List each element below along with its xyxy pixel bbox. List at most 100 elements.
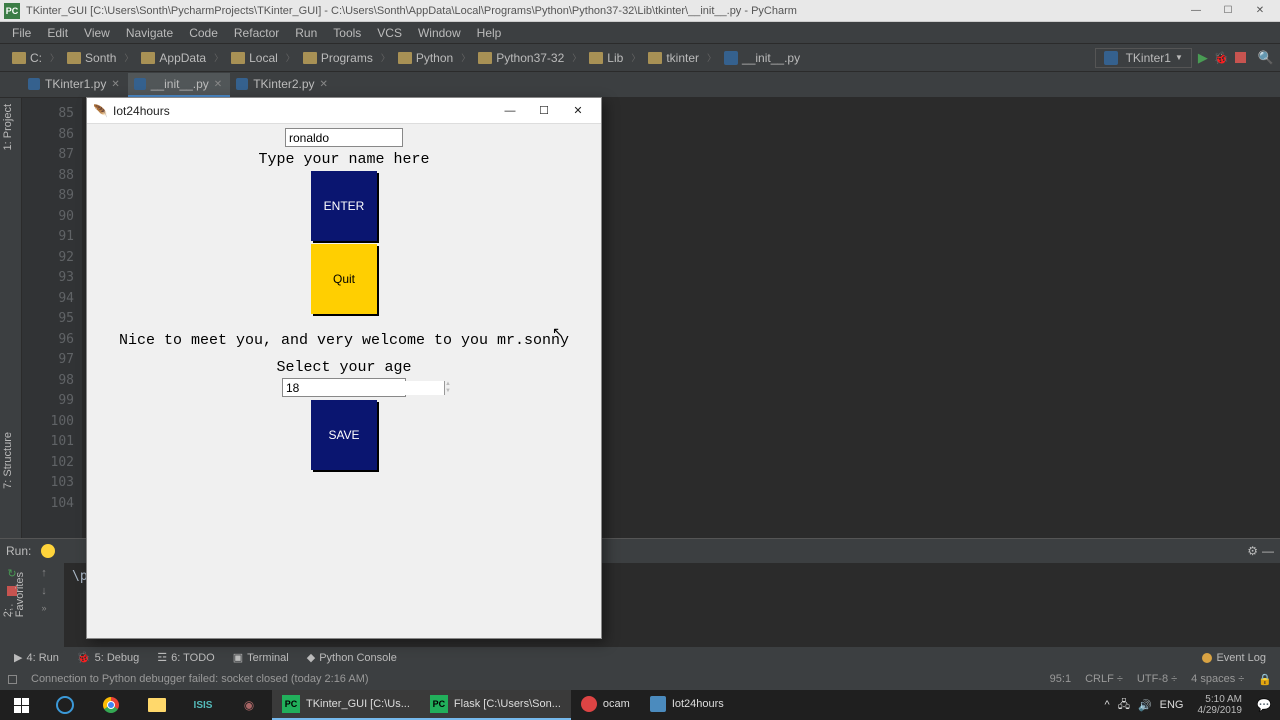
- up-icon[interactable]: ↑: [41, 567, 47, 579]
- tab-init[interactable]: __init__.py✕: [128, 73, 230, 97]
- menu-edit[interactable]: Edit: [39, 24, 76, 42]
- python-icon: [41, 544, 55, 558]
- folder-icon: [648, 52, 662, 64]
- expand-icon[interactable]: »: [41, 603, 46, 613]
- crumb-6[interactable]: Python37-32: [472, 49, 570, 67]
- lock-icon[interactable]: 🔒: [1258, 673, 1272, 686]
- crumb-1[interactable]: Sonth: [61, 49, 122, 67]
- close-icon[interactable]: ✕: [214, 79, 222, 90]
- ocam-icon: [581, 696, 597, 712]
- system-tray[interactable]: ^ 🖧 🔊 ENG: [1097, 696, 1192, 715]
- tab-tkinter1[interactable]: TKinter1.py✕: [22, 73, 128, 97]
- structure-tool-tab[interactable]: 7: Structure: [0, 428, 22, 493]
- tk-maximize-button[interactable]: ☐: [527, 100, 561, 122]
- enter-button[interactable]: ENTER: [311, 171, 377, 241]
- menu-tools[interactable]: Tools: [325, 24, 369, 42]
- menu-bar: File Edit View Navigate Code Refactor Ru…: [0, 22, 1280, 44]
- pycharm-icon: PC: [430, 695, 448, 713]
- menu-run[interactable]: Run: [287, 24, 325, 42]
- warning-dot-icon: [1202, 653, 1212, 663]
- breadcrumb-bar: C:〉 Sonth〉 AppData〉 Local〉 Programs〉 Pyt…: [0, 44, 1280, 72]
- run-config-selector[interactable]: TKinter1 ▼: [1095, 48, 1192, 68]
- python-icon: [650, 696, 666, 712]
- windows-taskbar: ISIS ◉ PCTKinter_GUI [C:\Us... PCFlask […: [0, 690, 1280, 720]
- close-button[interactable]: ✕: [1244, 2, 1276, 20]
- menu-vcs[interactable]: VCS: [369, 24, 410, 42]
- minimize-button[interactable]: —: [1180, 2, 1212, 20]
- indent-info[interactable]: 4 spaces ÷: [1191, 673, 1244, 685]
- taskbar-pycharm-2[interactable]: PCFlask [C:\Users\Son...: [420, 690, 571, 720]
- taskbar-ocam[interactable]: ocam: [571, 690, 640, 720]
- tab-event-log[interactable]: Event Log: [1194, 650, 1274, 666]
- tk-minimize-button[interactable]: —: [493, 100, 527, 122]
- taskbar-app[interactable]: ◉: [226, 690, 272, 720]
- menu-refactor[interactable]: Refactor: [226, 24, 287, 42]
- folder-icon: [141, 52, 155, 64]
- search-icon[interactable]: 🔍: [1258, 50, 1274, 66]
- taskbar-isis[interactable]: ISIS: [180, 690, 226, 720]
- favorites-tool-tab[interactable]: 2: Favorites: [0, 568, 22, 621]
- cursor-position[interactable]: 95:1: [1050, 673, 1071, 685]
- taskbar-pycharm-1[interactable]: PCTKinter_GUI [C:\Us...: [272, 690, 420, 720]
- close-icon[interactable]: ✕: [320, 79, 328, 90]
- chrome-icon: [103, 697, 119, 713]
- crumb-3[interactable]: Local: [225, 49, 284, 67]
- stop-icon[interactable]: [1235, 52, 1246, 63]
- folder-icon: [589, 52, 603, 64]
- tab-debug[interactable]: 🐞 5: Debug: [69, 649, 147, 666]
- menu-code[interactable]: Code: [181, 24, 226, 42]
- name-input[interactable]: [285, 128, 403, 147]
- taskbar-iot24hours[interactable]: Iot24hours: [640, 690, 734, 720]
- bottom-tool-tabs: ▶ 4: Run 🐞 5: Debug ☲ 6: TODO ▣ Terminal…: [0, 646, 1280, 668]
- tab-tkinter2[interactable]: TKinter2.py✕: [230, 73, 336, 97]
- menu-navigate[interactable]: Navigate: [118, 24, 181, 42]
- tab-python-console[interactable]: ◆ Python Console: [299, 649, 405, 666]
- tk-titlebar[interactable]: 🪶 Iot24hours — ☐ ✕: [87, 98, 601, 124]
- debug-icon[interactable]: 🐞: [1214, 51, 1229, 65]
- tray-network-icon[interactable]: 🖧: [1118, 696, 1130, 715]
- tray-language[interactable]: ENG: [1160, 699, 1184, 711]
- file-encoding[interactable]: UTF-8 ÷: [1137, 673, 1177, 685]
- run-icon[interactable]: ▶: [1198, 50, 1208, 66]
- taskbar-clock[interactable]: 5:10 AM 4/29/2019: [1192, 694, 1249, 716]
- menu-window[interactable]: Window: [410, 24, 469, 42]
- line-separator[interactable]: CRLF ÷: [1085, 673, 1123, 685]
- crumb-7[interactable]: Lib: [583, 49, 629, 67]
- start-button[interactable]: [0, 690, 42, 720]
- tray-volume-icon[interactable]: 🔊: [1138, 699, 1152, 712]
- status-square-icon[interactable]: [8, 675, 17, 684]
- taskbar-notifications[interactable]: 💬: [1248, 690, 1280, 720]
- maximize-button[interactable]: ☐: [1212, 2, 1244, 20]
- crumb-4[interactable]: Programs: [297, 49, 379, 67]
- gear-icon[interactable]: ⚙: [1247, 544, 1258, 558]
- tab-todo[interactable]: ☲ 6: TODO: [149, 649, 222, 666]
- pycharm-icon: PC: [4, 3, 20, 19]
- hide-icon[interactable]: —: [1262, 544, 1274, 558]
- spinbox-arrows[interactable]: ▲▼: [444, 381, 451, 395]
- down-icon[interactable]: ↓: [41, 585, 47, 597]
- crumb-2[interactable]: AppData: [135, 49, 212, 67]
- tk-close-button[interactable]: ✕: [561, 100, 595, 122]
- close-icon[interactable]: ✕: [111, 79, 119, 90]
- chevron-up-icon[interactable]: ▲: [445, 381, 451, 388]
- taskbar-explorer[interactable]: [134, 690, 180, 720]
- crumb-5[interactable]: Python: [392, 49, 459, 67]
- menu-file[interactable]: File: [4, 24, 39, 42]
- quit-button[interactable]: Quit: [311, 244, 377, 314]
- tab-terminal[interactable]: ▣ Terminal: [225, 649, 297, 666]
- crumb-file[interactable]: __init__.py: [718, 49, 806, 67]
- chevron-down-icon[interactable]: ▼: [445, 388, 451, 395]
- tab-run[interactable]: ▶ 4: Run: [6, 649, 67, 666]
- age-value[interactable]: [283, 381, 444, 395]
- menu-help[interactable]: Help: [469, 24, 510, 42]
- menu-view[interactable]: View: [76, 24, 118, 42]
- age-spinbox[interactable]: ▲▼: [282, 378, 406, 397]
- taskbar-chrome[interactable]: [88, 690, 134, 720]
- taskbar-edge[interactable]: [42, 690, 88, 720]
- window-title: TKinter_GUI [C:\Users\Sonth\PycharmProje…: [26, 5, 1180, 17]
- save-button[interactable]: SAVE: [311, 400, 377, 470]
- crumb-8[interactable]: tkinter: [642, 49, 705, 67]
- tray-chevron-icon[interactable]: ^: [1105, 699, 1110, 711]
- project-tool-tab[interactable]: 1: Project: [0, 98, 16, 156]
- crumb-root[interactable]: C:: [6, 49, 48, 67]
